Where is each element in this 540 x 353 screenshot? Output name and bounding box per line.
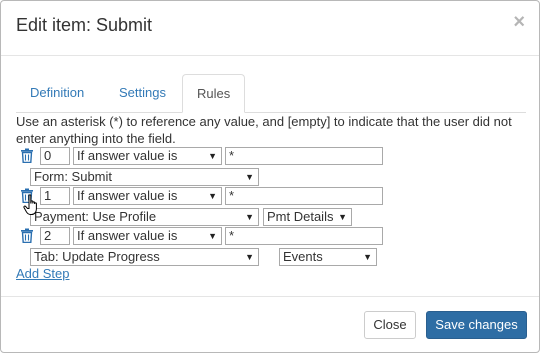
rule-condition-select[interactable]: If answer value is ▼	[73, 227, 222, 245]
rule-condition-value: If answer value is	[77, 228, 178, 243]
rule-target-value: Form: Submit	[34, 169, 113, 184]
trash-icon[interactable]	[20, 148, 34, 163]
dropdown-arrow-icon: ▼	[245, 252, 254, 262]
rule-target-select[interactable]: Tab: Update Progress ▼	[30, 248, 259, 266]
trash-icon[interactable]	[20, 228, 34, 243]
dropdown-arrow-icon: ▼	[208, 231, 217, 241]
rule-option-value: Pmt Details	[267, 209, 334, 224]
rule-option-select[interactable]: Pmt Details ▼	[263, 208, 352, 226]
save-changes-button[interactable]: Save changes	[426, 311, 527, 339]
dialog-title: Edit item: Submit	[16, 15, 153, 35]
add-step-link[interactable]: Add Step	[16, 266, 70, 281]
rule-value-input[interactable]: *	[225, 147, 383, 165]
tab-settings[interactable]: Settings	[105, 74, 180, 111]
rule-option-select[interactable]: Events ▼	[279, 248, 377, 266]
dropdown-arrow-icon: ▼	[338, 212, 347, 222]
dialog-footer-divider	[1, 296, 539, 298]
edit-item-dialog: Edit item: Submit × Definition Settings …	[0, 0, 540, 353]
rule-order-input[interactable]: 1	[40, 187, 70, 205]
dropdown-arrow-icon: ▼	[245, 212, 254, 222]
rule-condition-value: If answer value is	[77, 188, 178, 203]
dropdown-arrow-icon: ▼	[208, 191, 217, 201]
rule-order-input[interactable]: 2	[40, 227, 70, 245]
hand-cursor-icon	[23, 194, 37, 215]
rule-target-select[interactable]: Form: Submit ▼	[30, 168, 259, 186]
rule-target-value: Payment: Use Profile	[34, 209, 157, 224]
rule-condition-select[interactable]: If answer value is ▼	[73, 147, 222, 165]
rule-condition-select[interactable]: If answer value is ▼	[73, 187, 222, 205]
dropdown-arrow-icon: ▼	[208, 151, 217, 161]
tab-definition[interactable]: Definition	[16, 74, 98, 111]
dropdown-arrow-icon: ▼	[245, 172, 254, 182]
rule-condition-value: If answer value is	[77, 148, 178, 163]
rule-target-value: Tab: Update Progress	[34, 249, 160, 264]
close-button[interactable]: Close	[364, 311, 416, 339]
rule-option-value: Events	[283, 249, 323, 264]
tab-bar: Definition Settings Rules	[16, 74, 526, 113]
rule-target-select[interactable]: Payment: Use Profile ▼	[30, 208, 259, 226]
rule-value-input[interactable]: *	[225, 187, 383, 205]
rule-value-input[interactable]: *	[225, 227, 383, 245]
dialog-header: Edit item: Submit ×	[1, 1, 539, 56]
tab-rules[interactable]: Rules	[182, 74, 246, 113]
rule-order-input[interactable]: 0	[40, 147, 70, 165]
dropdown-arrow-icon: ▼	[363, 252, 372, 262]
rules-help-text: Use an asterisk (*) to reference any val…	[16, 114, 512, 146]
close-icon[interactable]: ×	[513, 11, 525, 34]
